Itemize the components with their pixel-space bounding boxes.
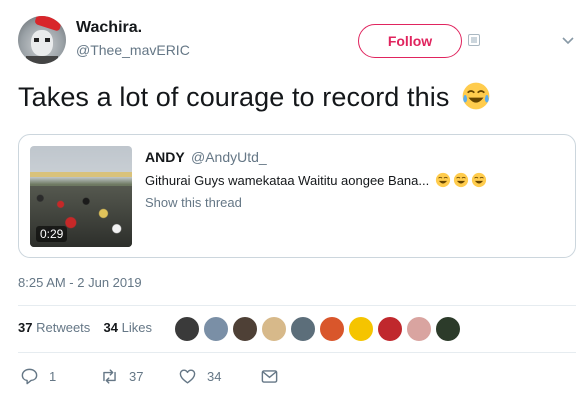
avatar-eyes <box>34 38 50 42</box>
tears-of-joy-icon <box>435 172 450 188</box>
face-with-tears-of-joy-icon <box>462 82 490 110</box>
heart-icon <box>179 368 196 384</box>
tweet-text: Takes a lot of courage to record this <box>18 82 491 113</box>
thumbnail-bridge <box>30 172 132 177</box>
engagement-stats: 37 Retweets 34 Likes <box>18 320 152 335</box>
author-avatar[interactable] <box>18 16 66 64</box>
follow-settings-icon[interactable] <box>468 34 480 46</box>
liker-avatar[interactable] <box>406 316 432 342</box>
reply-count: 1 <box>49 368 57 384</box>
video-duration: 0:29 <box>36 226 68 242</box>
likes-count[interactable]: 34 <box>104 320 118 335</box>
divider <box>18 305 576 306</box>
video-thumbnail[interactable]: 0:29 <box>30 146 132 247</box>
like-count: 34 <box>207 368 222 384</box>
reply-button[interactable]: 1 <box>20 365 56 387</box>
quoted-text: Githurai Guys wamekataa Waititu aongee B… <box>145 172 487 188</box>
quoted-author-name: ANDY <box>145 149 185 165</box>
retweets-count[interactable]: 37 <box>18 320 32 335</box>
liker-avatar[interactable] <box>290 316 316 342</box>
divider <box>18 352 576 353</box>
author-handle[interactable]: @Thee_mavERIC <box>76 42 190 58</box>
tweet-card: Wachira. @Thee_mavERIC Follow Takes a lo… <box>0 0 586 403</box>
likes-label[interactable]: Likes <box>122 320 152 335</box>
show-thread-link[interactable]: Show this thread <box>145 195 242 210</box>
tweet-body: Takes a lot of courage to record this <box>18 82 450 112</box>
tweet-timestamp[interactable]: 8:25 AM - 2 Jun 2019 <box>18 275 142 290</box>
liker-avatar[interactable] <box>435 316 461 342</box>
tweet-actions: 1 37 34 <box>18 365 318 387</box>
retweets-label[interactable]: Retweets <box>36 320 90 335</box>
like-button[interactable]: 34 <box>178 365 221 387</box>
liker-avatar[interactable] <box>377 316 403 342</box>
quoted-body: Githurai Guys wamekataa Waititu aongee B… <box>145 173 430 188</box>
avatar-face <box>31 30 53 56</box>
quoted-tweet[interactable]: 0:29 ANDY @AndyUtd_ Githurai Guys wameka… <box>18 134 576 258</box>
tears-of-joy-icon <box>453 172 468 188</box>
likers-avatars <box>174 316 464 342</box>
liker-avatar[interactable] <box>261 316 287 342</box>
envelope-icon <box>261 369 278 383</box>
retweet-button[interactable]: 37 <box>100 365 143 387</box>
follow-button[interactable]: Follow <box>358 24 462 58</box>
author-display-name[interactable]: Wachira. <box>76 19 142 37</box>
retweet-icon <box>103 368 116 384</box>
liker-avatar[interactable] <box>174 316 200 342</box>
tears-of-joy-icon <box>471 172 486 188</box>
liker-avatar[interactable] <box>203 316 229 342</box>
liker-avatar[interactable] <box>232 316 258 342</box>
quoted-author-handle: @AndyUtd_ <box>191 149 267 165</box>
liker-avatar[interactable] <box>319 316 345 342</box>
avatar-shirt <box>26 56 58 64</box>
chevron-down-icon[interactable] <box>560 32 576 48</box>
retweet-count: 37 <box>129 368 144 384</box>
liker-avatar[interactable] <box>348 316 374 342</box>
reply-icon <box>21 368 38 384</box>
direct-message-button[interactable] <box>260 365 289 387</box>
